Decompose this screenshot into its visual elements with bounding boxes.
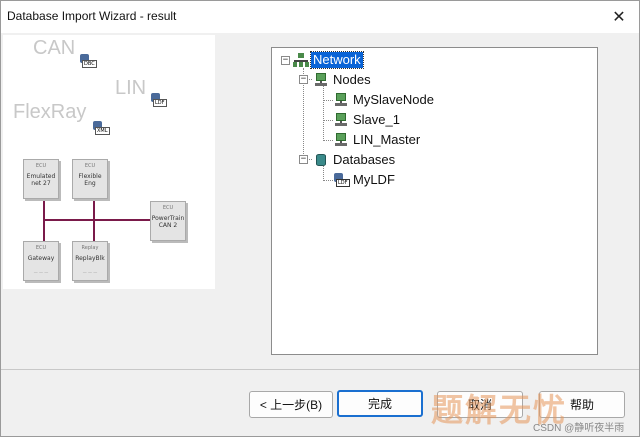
tree-connector <box>323 120 333 121</box>
tree-node-lin-master[interactable]: LIN_Master <box>333 131 422 148</box>
finish-button[interactable]: 完成 <box>337 390 423 417</box>
can-label: CAN <box>33 37 76 59</box>
tree-node-databases[interactable]: Databases <box>313 151 397 168</box>
tree-node-label: Nodes <box>333 71 371 87</box>
import-wizard-dialog: Database Import Wizard - result ✕ CAN DB… <box>0 0 640 437</box>
window-title: Database Import Wizard - result <box>7 9 177 23</box>
dbc-database-icon: DBC <box>80 54 97 68</box>
lin-label: LIN <box>115 77 147 99</box>
ecu-node: ECU Flexible Eng <box>72 159 108 199</box>
title-bar: Database Import Wizard - result ✕ <box>1 1 639 33</box>
nodes-collapse-toggle[interactable]: − <box>299 75 308 84</box>
databases-collapse-toggle[interactable]: − <box>299 155 308 164</box>
ecu-node: ECU PowerTrain CAN 2 <box>150 201 186 241</box>
ecu-node: Replay ReplayBlk — — — <box>72 241 108 281</box>
tree-connector <box>323 166 324 181</box>
tree-node-label: MyLDF <box>353 171 395 187</box>
tree-node-label: Network <box>310 50 364 69</box>
ldf-database-icon: LDF <box>333 172 350 188</box>
tree-node-label: LIN_Master <box>353 131 421 147</box>
ldf-database-icon: LDF <box>151 93 167 107</box>
xml-database-icon: XML <box>93 121 110 135</box>
tree-node-nodes[interactable]: Nodes <box>313 71 373 88</box>
back-button[interactable]: < 上一步(B) <box>249 391 333 418</box>
tree-connector <box>323 86 324 141</box>
computer-icon <box>333 92 349 108</box>
ecu-node: ECU Emulated net 27 <box>23 159 59 199</box>
tree-node-label: Slave_1 <box>353 111 400 127</box>
database-folder-icon <box>313 152 329 168</box>
tree-node-network[interactable]: Network <box>293 50 364 69</box>
csdn-watermark: CSDN @静听夜半雨 <box>533 423 625 434</box>
computer-icon <box>313 72 329 88</box>
network-tree[interactable]: − Network − Nodes MySlaveNode Slave_1 LI… <box>271 47 598 355</box>
tree-connector <box>323 180 333 181</box>
tree-connector <box>323 100 333 101</box>
bus-line-horizontal <box>43 219 151 221</box>
flexray-label: FlexRay <box>13 101 87 123</box>
tree-node-label: MySlaveNode <box>353 91 434 107</box>
tree-node-myslavenode[interactable]: MySlaveNode <box>333 91 436 108</box>
computer-icon <box>333 132 349 148</box>
computer-icon <box>333 112 349 128</box>
network-collapse-toggle[interactable]: − <box>281 56 290 65</box>
close-icon[interactable]: ✕ <box>609 7 629 27</box>
network-illustration: CAN DBC LIN LDF FlexRay XML ECU Emulated … <box>3 35 215 289</box>
ecu-node: ECU Gateway — — — <box>23 241 59 281</box>
tree-node-label: Databases <box>333 151 396 167</box>
network-icon <box>293 52 309 68</box>
tree-node-myldf[interactable]: LDF MyLDF <box>333 171 397 188</box>
tree-node-slave-1[interactable]: Slave_1 <box>333 111 402 128</box>
footer-divider <box>1 369 639 370</box>
tree-connector <box>323 140 333 141</box>
